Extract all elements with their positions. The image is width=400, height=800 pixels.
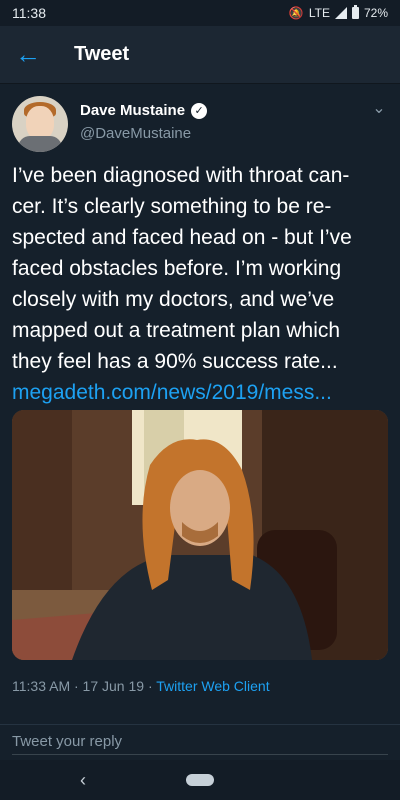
tweet-line: spected and faced head on - but I’ve <box>12 226 352 249</box>
reply-input[interactable]: Tweet your reply <box>12 733 388 755</box>
verified-badge-icon: ✓ <box>191 102 208 119</box>
tweet-line: cer. It’s clearly something to be re- <box>12 195 332 218</box>
tweet-line: I’ve been diagnosed with throat can- <box>12 164 350 187</box>
tweet-line: faced obstacles before. I’m working <box>12 257 342 280</box>
tweet-timestamp: 11:33 AM · 17 Jun 19 · <box>12 678 157 694</box>
tweet-link[interactable]: megadeth.com/news/2019/mess... <box>12 377 388 408</box>
tweet-photo[interactable] <box>12 410 388 660</box>
battery-percentage: 72% <box>363 6 388 20</box>
tweet-metadata: 11:33 AM · 17 Jun 19 · Twitter Web Clien… <box>12 678 270 694</box>
tweet-detail: Dave Mustaine ✓ @DaveMustaine ⌄ I’ve bee… <box>0 84 400 724</box>
tweet-text: I’ve been diagnosed with throat can- cer… <box>12 160 388 408</box>
author-names: Dave Mustaine ✓ @DaveMustaine <box>80 102 208 142</box>
status-indicators: 🔕 LTE 72% <box>288 5 388 20</box>
battery-icon <box>351 5 359 19</box>
back-button[interactable]: ← <box>0 26 56 84</box>
display-name: Dave Mustaine ✓ <box>80 102 208 119</box>
photo-image <box>12 410 388 660</box>
tweet-author[interactable]: Dave Mustaine ✓ @DaveMustaine <box>12 96 208 152</box>
clock: 11:38 <box>12 5 46 21</box>
tweet-line: mapped out a treatment plan which <box>12 319 341 342</box>
author-handle: @DaveMustaine <box>80 125 192 142</box>
system-back-icon[interactable]: ‹ <box>80 770 86 791</box>
page-title: Tweet <box>74 43 130 65</box>
status-bar: 11:38 🔕 LTE 72% <box>0 0 400 26</box>
mute-icon: 🔕 <box>288 6 304 20</box>
back-arrow-icon: ← <box>15 39 41 69</box>
home-pill[interactable] <box>186 774 214 786</box>
network-label: LTE <box>308 6 330 20</box>
avatar[interactable] <box>12 96 68 152</box>
app-bar: ← Tweet <box>0 26 400 84</box>
tweet-line: closely with my doctors, and we’ve <box>12 288 335 311</box>
author-name: Dave Mustaine <box>80 102 186 119</box>
tweet-client[interactable]: Twitter Web Client <box>156 678 269 694</box>
tweet-line: they feel has a 90% success rate... <box>12 350 338 373</box>
signal-icon <box>334 7 347 19</box>
system-nav-bar: ‹ <box>0 760 400 800</box>
chevron-down-icon[interactable]: ⌄ <box>370 100 388 118</box>
reply-bar: Tweet your reply <box>0 724 400 761</box>
